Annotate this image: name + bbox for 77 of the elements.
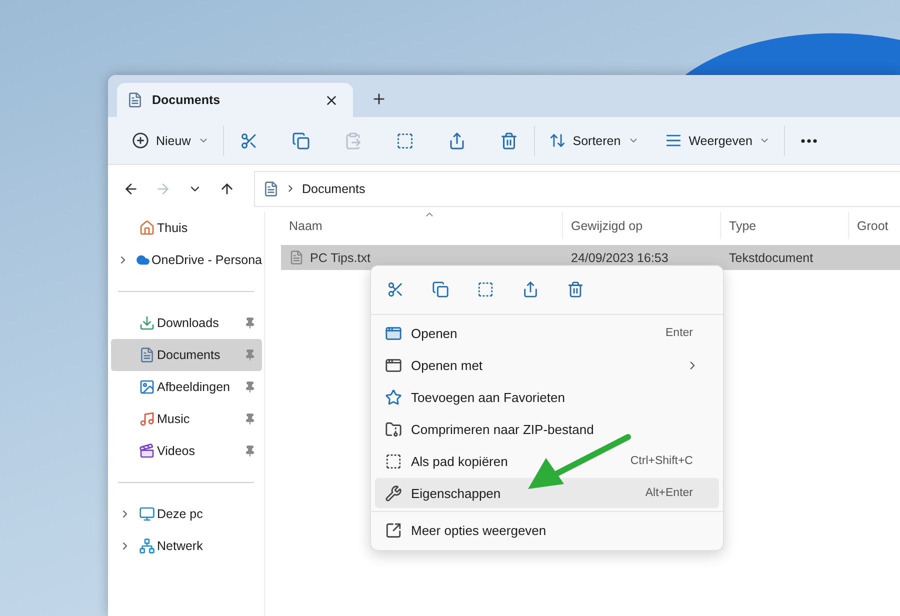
address-field[interactable]: Documents xyxy=(254,170,900,206)
menu-item[interactable]: Eigenschappen Alt+Enter xyxy=(375,478,719,508)
column-header[interactable]: Naam xyxy=(281,212,563,239)
sidebar-label: OneDrive - Persona xyxy=(152,253,262,267)
sidebar-item[interactable]: Netwerk xyxy=(111,530,262,562)
plus-circle-icon xyxy=(132,132,149,149)
sidebar-item[interactable]: Thuis xyxy=(111,212,262,244)
sidebar-label: Thuis xyxy=(157,221,189,235)
text-file-icon xyxy=(289,250,304,265)
menu-item-label: Openen xyxy=(411,326,458,340)
copy-icon xyxy=(432,280,449,298)
arrow-left-icon xyxy=(123,180,139,196)
sidebar-item[interactable]: OneDrive - Persona xyxy=(111,244,262,276)
menu-item-label: Openen met xyxy=(411,358,484,372)
menu-item-label: Toevoegen aan Favorieten xyxy=(411,390,566,404)
column-header[interactable]: Type xyxy=(721,212,849,239)
menu-item-label: Als pad kopiëren xyxy=(411,454,509,468)
breadcrumb-item[interactable]: Documents xyxy=(302,182,366,196)
sidebar-item[interactable]: Afbeeldingen xyxy=(111,371,262,403)
sidebar-label: Music xyxy=(157,412,191,426)
sidebar-item[interactable]: Music xyxy=(111,403,262,435)
tab-title: Documents xyxy=(152,93,222,107)
table-cell: 24/09/2023 16:53 xyxy=(571,250,668,264)
toolbar-menu-button[interactable]: Nieuw xyxy=(130,128,211,153)
window-tab[interactable]: Documents xyxy=(117,83,353,117)
menu-item-label: Meer opties weergeven xyxy=(411,522,548,538)
menu-item-icon xyxy=(385,484,402,502)
menu-item[interactable]: Comprimeren naar ZIP-bestand xyxy=(375,414,719,444)
shortcut-hint: Enter xyxy=(666,327,693,339)
column-header[interactable]: Gewijzigd op xyxy=(563,212,721,239)
sidebar-label: Deze pc xyxy=(157,507,204,521)
menu-item[interactable]: Openen Enter xyxy=(375,318,719,348)
share-icon xyxy=(522,280,539,298)
clipboard-icon xyxy=(344,132,362,150)
sidebar-item[interactable]: Documents xyxy=(111,339,262,371)
document-icon xyxy=(127,92,143,108)
table-cell: PC Tips.txt xyxy=(310,250,370,264)
scissors-icon xyxy=(240,132,258,150)
share-icon xyxy=(448,132,466,150)
toolbar-menu-button[interactable]: Sorteren xyxy=(546,128,641,153)
menu-item-icon xyxy=(385,388,402,406)
dashed-square-icon xyxy=(396,132,414,150)
trash-icon xyxy=(567,280,584,298)
menu-item-icon xyxy=(385,452,402,470)
menu-item-label: Eigenschappen xyxy=(411,486,502,500)
menu-item-icon xyxy=(385,356,402,374)
dashed-square-icon xyxy=(477,280,494,298)
sidebar-item[interactable]: Deze pc xyxy=(111,498,262,530)
copy-icon xyxy=(292,132,310,150)
menu-item[interactable]: Openen met xyxy=(375,350,719,380)
menu-item-icon xyxy=(385,324,402,342)
lines-icon xyxy=(664,132,682,149)
sidebar-item[interactable]: Videos xyxy=(111,435,262,467)
table-cell: Tekstdocument xyxy=(729,250,814,264)
menu-item[interactable]: Als pad kopiëren Ctrl+Shift+C xyxy=(375,446,719,476)
menu-item-icon xyxy=(385,420,402,438)
scissors-icon xyxy=(387,280,404,298)
shortcut-hint: Ctrl+Shift+C xyxy=(630,455,693,467)
toolbar-menu-button[interactable]: Weergeven xyxy=(662,128,772,153)
column-header[interactable]: Groot xyxy=(849,212,900,239)
sidebar-label: Netwerk xyxy=(157,539,204,553)
trash-icon xyxy=(500,132,518,150)
shortcut-hint: Alt+Enter xyxy=(645,487,693,499)
menu-item-label: Comprimeren naar ZIP-bestand xyxy=(411,422,595,436)
sidebar-item[interactable]: Downloads xyxy=(111,307,262,339)
document-icon xyxy=(263,180,279,196)
menu-item[interactable]: Toevoegen aan Favorieten xyxy=(375,382,719,412)
arrow-right-icon xyxy=(155,180,171,196)
sidebar-label: Videos xyxy=(157,444,196,458)
menu-item[interactable]: Meer opties weergeven xyxy=(375,515,719,545)
sort-arrows-icon xyxy=(548,132,566,149)
plus-icon xyxy=(371,91,387,107)
ellipsis-icon xyxy=(801,138,818,142)
sidebar-label: Afbeeldingen xyxy=(157,380,231,394)
menu-item-icon xyxy=(385,522,402,538)
sidebar-label: Downloads xyxy=(157,316,220,330)
sidebar-label: Documents xyxy=(157,348,222,362)
